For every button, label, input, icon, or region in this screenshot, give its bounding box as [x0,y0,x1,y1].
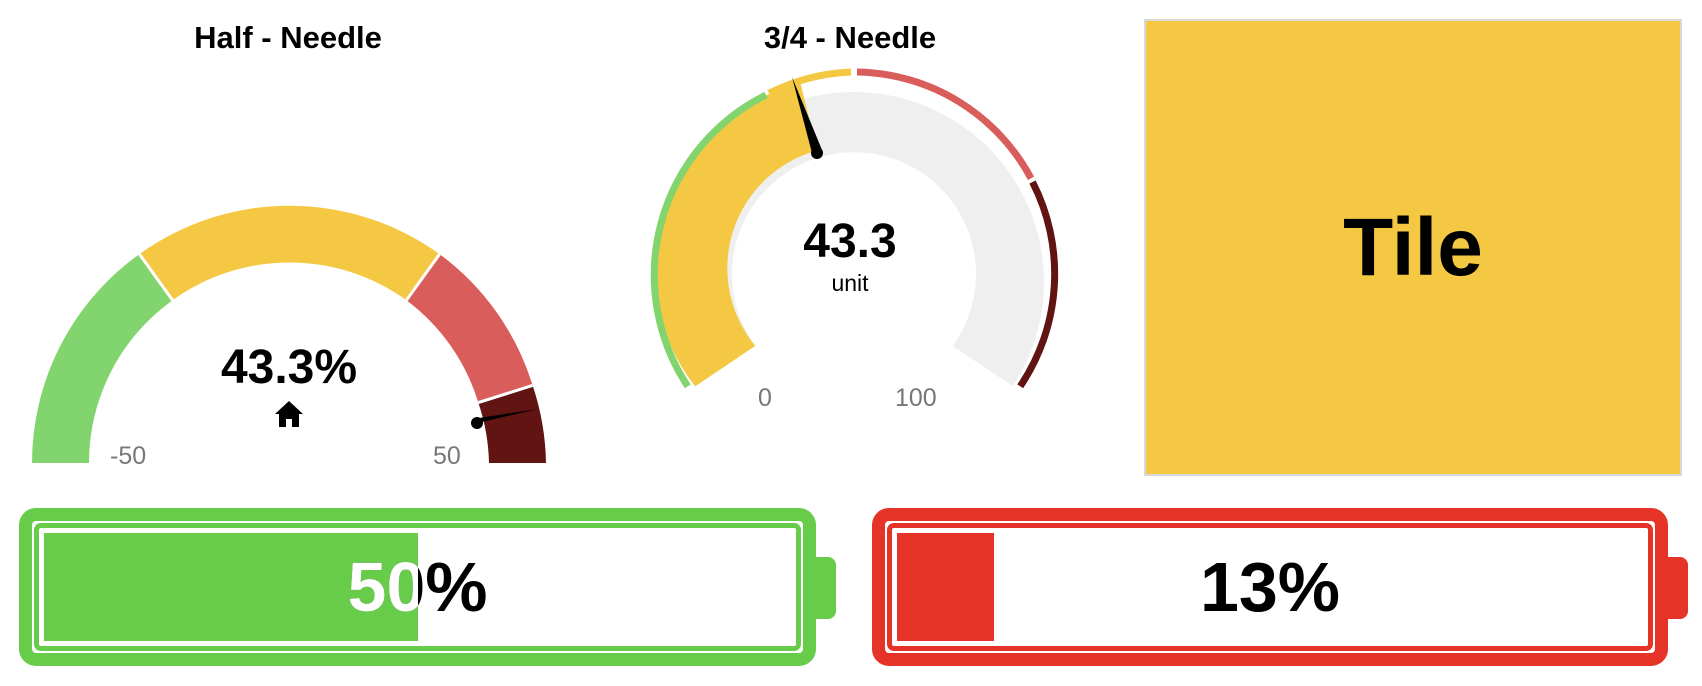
battery-red-text: 13% [1199,548,1341,626]
half-gauge-segment-yellow [139,205,440,301]
battery-red-body: 13% [872,508,1668,666]
battery-red: 13% [872,508,1692,666]
tile[interactable]: Tile [1144,19,1682,476]
three-quarter-gauge-value: 43.3 [803,215,897,268]
battery-green-body: 50% 50% [19,508,816,666]
three-quarter-gauge-min-label: 0 [758,384,772,412]
battery-green-text-light: 50% [347,548,418,626]
three-quarter-gauge-band-yellow [767,68,852,97]
battery-red-inner: 13% [887,523,1653,651]
three-quarter-gauge-max-label: 100 [895,384,937,412]
battery-green: 50% 50% [19,508,839,666]
battery-green-fill-clip: 50% [44,533,418,641]
three-quarter-gauge-unit: unit [831,270,869,296]
half-gauge-value: 43.3% [220,341,358,394]
home-icon [275,401,303,427]
half-gauge-min-label: -50 [110,442,147,470]
battery-red-terminal [1668,557,1688,619]
half-gauge-max-label: 50 [433,442,461,470]
battery-green-terminal [816,557,836,619]
half-gauge-segment-green [32,254,173,463]
battery-green-inner: 50% 50% [34,523,801,651]
tile-label: Tile [1343,201,1483,293]
